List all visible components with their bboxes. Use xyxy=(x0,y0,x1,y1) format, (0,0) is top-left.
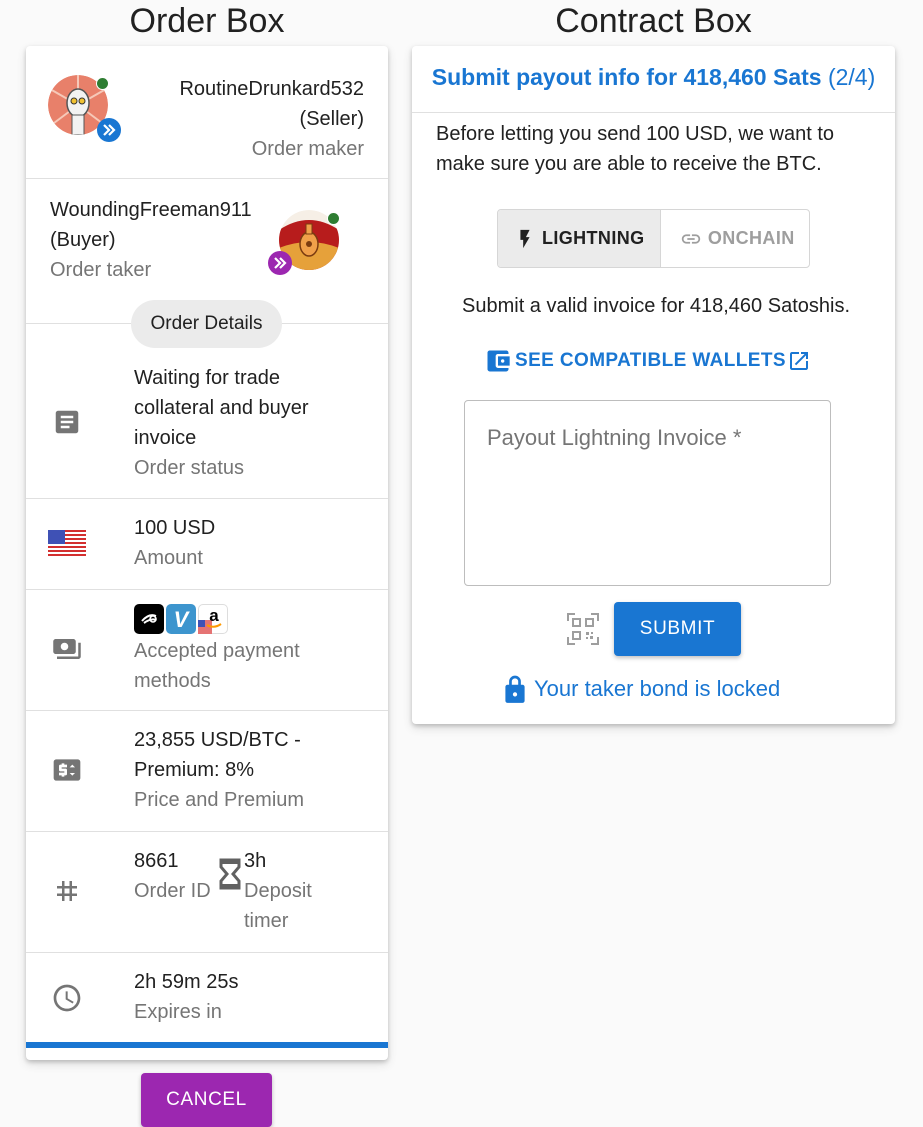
contract-intro-line: make sure you are able to receive the BT… xyxy=(436,153,822,175)
hourglass-icon xyxy=(218,858,242,890)
contract-intro: Before letting you send 100 USD, we want… xyxy=(436,119,876,179)
lock-icon xyxy=(505,675,525,703)
svg-text:V: V xyxy=(174,607,191,632)
document-icon xyxy=(48,403,86,441)
divider xyxy=(26,952,388,953)
compatible-wallets-link[interactable]: SEE COMPATIBLE WALLETS xyxy=(483,346,811,376)
price-and-premium: 23,855 USD/BTC - Premium: 8% Price and P… xyxy=(134,725,304,815)
taker-online-indicator xyxy=(327,212,340,225)
bond-status: Your taker bond is locked xyxy=(502,673,780,705)
link-icon xyxy=(681,233,700,244)
wallet-icon xyxy=(487,350,510,372)
payout-invoice-placeholder: Payout Lightning Invoice * xyxy=(487,425,742,450)
order-id-value: 8661 xyxy=(134,850,179,872)
lightning-toggle-label: LIGHTNING xyxy=(541,228,645,248)
contract-box-title: Contract Box xyxy=(555,2,752,40)
qr-scan-icon[interactable] xyxy=(566,612,600,646)
payment-methods-label: Accepted payment xyxy=(134,640,300,662)
order-id-label: Order ID xyxy=(134,880,211,902)
compatible-wallets-label: SEE COMPATIBLE WALLETS xyxy=(515,350,786,371)
amount-value: 100 USD xyxy=(134,517,216,539)
open-in-new-icon xyxy=(789,352,808,370)
order-status-line: invoice xyxy=(134,427,197,449)
taker-label: Order taker xyxy=(50,259,152,281)
payment-methods: V a Accepted payment methods xyxy=(134,604,300,696)
order-box: RoutineDrunkard532 (Seller) Order maker … xyxy=(26,46,388,1060)
divider xyxy=(26,589,388,590)
contract-title-text: Submit payout info for 418,460 Sats xyxy=(431,64,822,90)
maker-label: Order maker xyxy=(251,138,364,160)
taker-direction-badge-icon xyxy=(268,251,292,275)
divider xyxy=(412,112,895,113)
taker-name: WoundingFreeman911 xyxy=(50,199,252,221)
maker-name: RoutineDrunkard532 xyxy=(179,78,364,100)
expires-label: Expires in xyxy=(134,1001,222,1023)
hash-icon xyxy=(48,872,86,910)
order-status: Waiting for trade collateral and buyer i… xyxy=(134,363,309,483)
expires-value: 2h 59m 25s xyxy=(134,971,239,993)
order-box-title: Order Box xyxy=(129,2,285,40)
cancel-button[interactable]: CANCEL xyxy=(141,1073,272,1127)
price-label: Price and Premium xyxy=(134,789,305,811)
order-details-chip: Order Details xyxy=(131,300,282,348)
divider xyxy=(26,498,388,499)
payment-methods-label: methods xyxy=(134,670,211,692)
price-value: 23,855 USD/BTC - xyxy=(134,729,301,751)
order-status-line: collateral and buyer xyxy=(134,397,309,419)
order-status-line: Waiting for trade xyxy=(134,367,280,389)
taker-role: (Buyer) xyxy=(50,229,116,251)
payout-method-toggle: LIGHTNING ONCHAIN xyxy=(497,209,810,268)
divider xyxy=(26,178,388,179)
contract-title: Submit payout info for 418,460 Sats (2/4… xyxy=(412,64,895,91)
contract-box: Submit payout info for 418,460 Sats (2/4… xyxy=(412,46,895,724)
amount: 100 USD Amount xyxy=(134,513,215,573)
expires-in: 2h 59m 25s Expires in xyxy=(134,967,239,1027)
deposit-timer: 3h Deposit timer xyxy=(244,846,312,936)
payments-icon xyxy=(48,630,86,668)
us-flag-icon xyxy=(48,524,86,562)
lightning-bolt-icon xyxy=(520,229,530,248)
bond-status-text: Your taker bond is locked xyxy=(534,676,781,701)
maker-role: (Seller) xyxy=(299,108,364,130)
price-change-icon xyxy=(48,751,86,789)
payout-invoice-input[interactable]: Payout Lightning Invoice * xyxy=(464,400,831,586)
amazon-gift-card-icon: a xyxy=(198,604,228,634)
onchain-toggle-button[interactable]: ONCHAIN xyxy=(661,210,809,267)
lightning-toggle-button[interactable]: LIGHTNING xyxy=(498,210,662,267)
deposit-timer-value: 3h xyxy=(244,850,267,872)
divider xyxy=(26,710,388,711)
payment-method-icons: V a xyxy=(134,604,300,636)
cash-app-icon xyxy=(134,604,164,634)
maker-online-indicator xyxy=(96,77,109,90)
order-status-label: Order status xyxy=(134,457,245,479)
onchain-toggle-label: ONCHAIN xyxy=(707,228,795,248)
contract-intro-line: Before letting you send 100 USD, we want… xyxy=(436,123,835,145)
expiry-progress-bar xyxy=(26,1042,388,1048)
venmo-icon: V xyxy=(166,604,196,634)
order-id: 8661 Order ID xyxy=(134,846,211,906)
svg-text:a: a xyxy=(209,606,219,625)
divider xyxy=(26,831,388,832)
deposit-timer-label: Deposit xyxy=(244,880,312,902)
clock-icon xyxy=(48,979,86,1017)
maker-direction-badge-icon xyxy=(97,118,121,142)
submit-button[interactable]: SUBMIT xyxy=(614,602,741,656)
deposit-timer-label: timer xyxy=(244,910,289,932)
amount-label: Amount xyxy=(134,547,203,569)
premium-value: Premium: 8% xyxy=(134,759,255,781)
invoice-instruction: Submit a valid invoice for 418,460 Satos… xyxy=(462,295,850,317)
contract-step: (2/4) xyxy=(827,64,876,90)
